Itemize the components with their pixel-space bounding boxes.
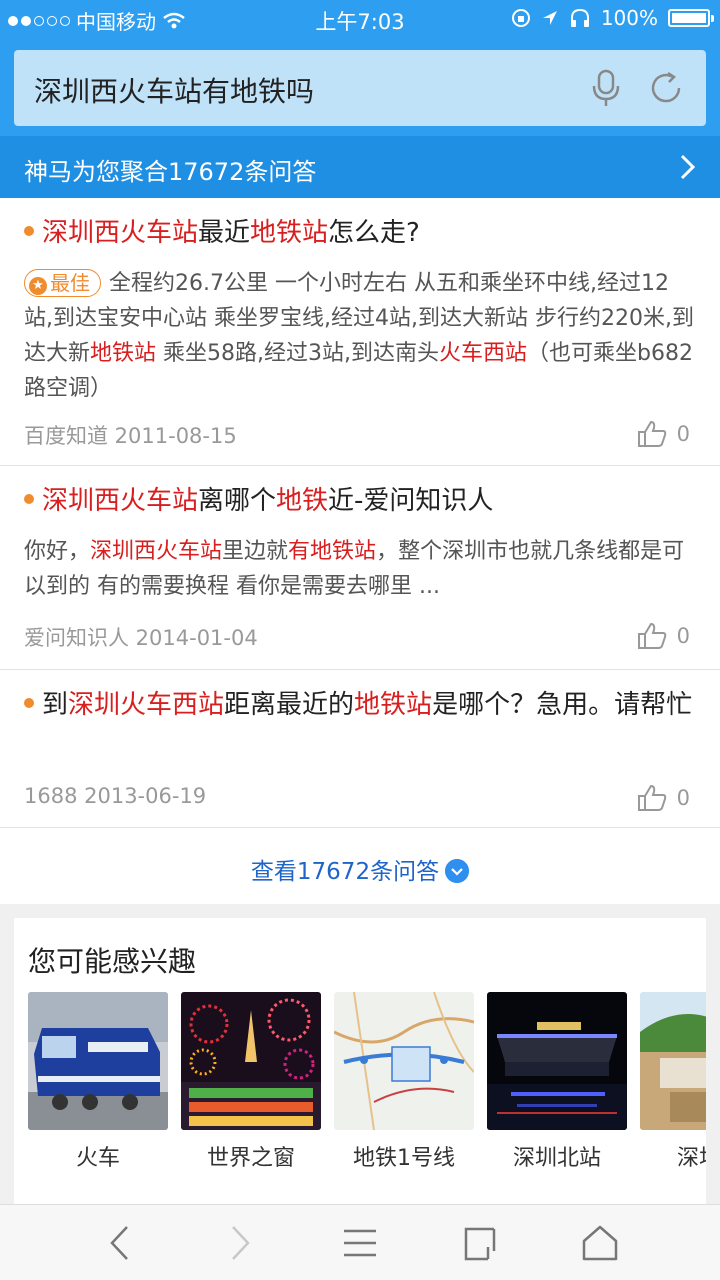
headphones-icon: [570, 8, 589, 27]
status-bar: 中国移动 上午7:03 100%: [0, 0, 720, 38]
result-source: 爱问知识人 2014-01-04: [24, 626, 258, 650]
highlight-text: 深圳西火车站: [42, 218, 199, 248]
interest-item-metro-line-1[interactable]: 地铁1号线: [334, 992, 474, 1172]
view-more-answers-link[interactable]: 查看17672条问答: [0, 828, 720, 904]
forward-icon[interactable]: [220, 1223, 260, 1263]
train-image: [28, 992, 168, 1130]
battery-percent: 100%: [600, 6, 658, 30]
like-count: 0: [676, 422, 690, 446]
result-title[interactable]: 深圳西火车站离哪个地铁近-爱问知识人: [24, 484, 696, 519]
refresh-icon[interactable]: [646, 68, 686, 108]
plain-text: 怎么走?: [328, 218, 420, 248]
home-icon[interactable]: [580, 1223, 620, 1263]
like-button[interactable]: 0: [637, 622, 690, 650]
interest-section: 您可能感兴趣 火车 世界之窗 地铁1号线 深圳北站 深: [14, 918, 706, 1208]
plain-text: 里边就: [222, 539, 289, 564]
result-snippet: 你好，深圳西火车站里边就有地铁站，整个深圳市也就几条线都是可以到的 有的需要换程…: [24, 534, 696, 604]
view-more-label: 查看17672条问答: [250, 859, 440, 885]
plain-text: 离哪个: [198, 486, 277, 516]
microphone-icon[interactable]: [588, 68, 624, 108]
search-input[interactable]: 深圳西火车站有地铁吗: [14, 50, 706, 126]
bullet-dot-icon: [24, 225, 34, 236]
landscape-image: [640, 992, 706, 1130]
result-title[interactable]: 深圳西火车站最近地铁站怎么走?: [24, 216, 696, 251]
highlight-text: 火车西站: [439, 341, 528, 366]
result-source: 1688 2013-06-19: [24, 784, 207, 808]
interest-item-label: 世界之窗: [206, 1146, 295, 1171]
results-list: 深圳西火车站最近地铁站怎么走? ★ 最佳 全程约26.7公里 一个小时左右 从五和乘…: [0, 198, 720, 904]
location-icon: [542, 11, 557, 25]
interest-item-label: 地铁1号线: [353, 1146, 455, 1171]
interest-item-train[interactable]: 火车: [28, 992, 168, 1172]
like-button[interactable]: 0: [637, 420, 690, 448]
thumbs-up-icon: [637, 420, 666, 447]
aggregate-banner[interactable]: 神马为您聚合17672条问答: [0, 136, 720, 198]
highlight-text: 地铁: [276, 486, 329, 516]
interest-item-label: 深圳火: [676, 1146, 706, 1171]
interest-item-label: 火车: [75, 1146, 120, 1171]
orientation-lock-icon: [511, 9, 530, 27]
chevron-down-circle-icon: [445, 858, 470, 883]
station-night-image: [487, 992, 627, 1130]
chevron-right-icon: [680, 154, 696, 180]
highlight-text: 地铁站: [90, 341, 157, 366]
plain-text: 到: [42, 690, 69, 720]
star-icon: ★: [29, 277, 47, 295]
best-answer-badge: ★ 最佳: [24, 269, 101, 297]
plain-text: 乘坐58路,经过3站,到达南头: [156, 341, 440, 366]
highlight-text: 深圳西火车站: [90, 539, 223, 564]
fireworks-image: [181, 992, 321, 1130]
highlight-text: 地铁站: [354, 690, 433, 720]
like-count: 0: [676, 624, 690, 648]
back-icon[interactable]: [100, 1223, 140, 1263]
plain-text: 最近: [198, 218, 251, 248]
like-button[interactable]: 0: [637, 784, 690, 812]
bullet-dot-icon: [24, 493, 34, 504]
highlight-text: 深圳西火车站: [42, 486, 199, 516]
interest-item-window-of-world[interactable]: 世界之窗: [181, 992, 321, 1172]
highlight-text: 深圳火车西站: [68, 690, 225, 720]
plain-text: 是哪个？急用。请帮忙: [432, 690, 693, 720]
plain-text: 近-爱问知识人: [328, 486, 494, 516]
battery-icon: [668, 9, 714, 27]
metro-map-image: [334, 992, 474, 1130]
status-right: 100%: [511, 6, 714, 30]
menu-icon[interactable]: [340, 1223, 380, 1263]
interest-item-shenzhen-north[interactable]: 深圳北站: [487, 992, 627, 1172]
list-item[interactable]: 深圳西火车站最近地铁站怎么走? ★ 最佳 全程约26.7公里 一个小时左右 从五和乘…: [0, 198, 720, 466]
thumbs-up-icon: [637, 784, 666, 811]
interest-heading: 您可能感兴趣: [28, 945, 197, 978]
result-source: 百度知道 2011-08-15: [24, 424, 237, 448]
bullet-dot-icon: [24, 697, 34, 708]
tabs-icon[interactable]: [460, 1223, 500, 1263]
interest-item-shenzhen-partial[interactable]: 深圳火: [640, 992, 706, 1172]
list-item[interactable]: 深圳西火车站离哪个地铁近-爱问知识人 你好，深圳西火车站里边就有地铁站，整个深圳…: [0, 466, 720, 670]
aggregate-label: 神马为您聚合17672条问答: [24, 158, 317, 186]
interest-item-label: 深圳北站: [512, 1146, 601, 1171]
top-header: 中国移动 上午7:03 100% 深圳西火车站有地铁吗 神马为您聚合17672条…: [0, 0, 720, 198]
browser-toolbar: [0, 1204, 720, 1280]
result-title[interactable]: 到深圳火车西站距离最近的地铁站是哪个？急用。请帮忙: [24, 688, 696, 723]
list-item[interactable]: 到深圳火车西站距离最近的地铁站是哪个？急用。请帮忙 1688 2013-06-1…: [0, 670, 720, 828]
plain-text: 距离最近的: [224, 690, 355, 720]
like-count: 0: [676, 786, 690, 810]
result-snippet: ★ 最佳 全程约26.7公里 一个小时左右 从五和乘坐环中线,经过12站,到达宝安中…: [24, 266, 696, 406]
plain-text: 你好，: [24, 539, 91, 564]
search-query-text: 深圳西火车站有地铁吗: [34, 75, 315, 108]
thumbs-up-icon: [637, 622, 666, 649]
highlight-text: 有地铁站: [288, 539, 377, 564]
highlight-text: 地铁站: [250, 218, 329, 248]
